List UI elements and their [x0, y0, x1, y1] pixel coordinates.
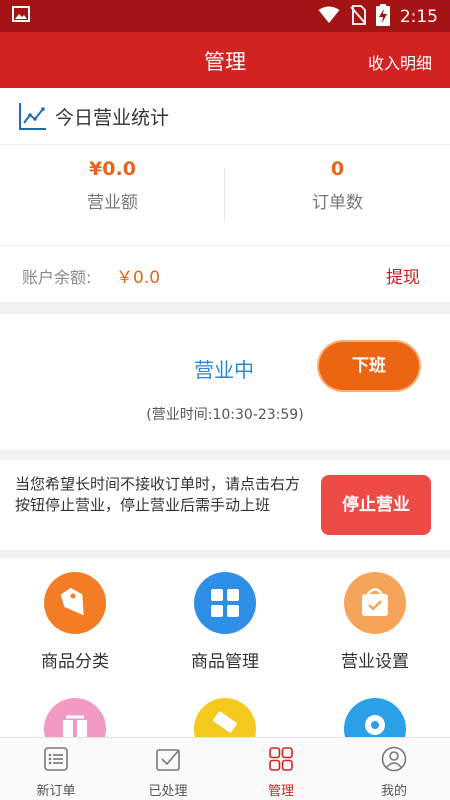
revenue-value: ¥0.0: [89, 158, 136, 180]
orders-value: 0: [330, 158, 345, 180]
nav-label-processed: 已处理: [148, 784, 188, 799]
bottom-nav: 新订单 已处理 管理 我的: [0, 737, 450, 800]
today-stats-card: 今日营业统计 ¥0.0 营业额 0 订单数 账户余额: ￥0.0 提现: [0, 88, 450, 302]
business-status-card: 营业中 下班 (营业时间:10:30-23:59): [0, 314, 450, 450]
off-work-button[interactable]: 下班: [319, 342, 419, 390]
screen: 2:15 管理 收入明细 今日营业统计 ¥0.0 营业额 0 订单数 账户余额:…: [0, 0, 450, 800]
wifi-icon: [318, 6, 340, 28]
order-list-icon: [44, 747, 68, 771]
nav-new-orders[interactable]: 新订单: [0, 738, 112, 800]
stop-business-description: 当您希望长时间不接收订单时，请点击右方按钮停止营业，停止营业后需手动上班: [15, 475, 301, 514]
nav-manage[interactable]: 管理: [225, 738, 337, 800]
balance-value: ￥0.0: [116, 268, 161, 288]
today-stats-title: 今日营业统计: [55, 107, 170, 129]
income-details-link[interactable]: 收入明细: [368, 50, 432, 74]
withdraw-link[interactable]: 提现: [386, 263, 420, 288]
manage-icon: [269, 747, 293, 771]
balance-row: 账户余额: ￥0.0 提现: [0, 245, 450, 302]
clock: 2:15: [399, 7, 438, 27]
grid-item-business-settings[interactable]: 营业设置: [300, 572, 450, 672]
grid-label-business-settings: 营业设置: [341, 652, 409, 672]
nav-label-profile: 我的: [380, 784, 407, 799]
shop-bag-icon: [344, 572, 406, 634]
grid-item-products[interactable]: 商品管理: [150, 572, 300, 672]
image-icon: [12, 6, 30, 26]
grid-label-products: 商品管理: [191, 652, 259, 672]
orders-stat: 0 订单数: [225, 158, 450, 213]
status-bar: 2:15: [0, 0, 450, 32]
tag-icon: [44, 572, 106, 634]
revenue-label: 营业额: [87, 193, 138, 213]
grid-item-category[interactable]: 商品分类: [0, 572, 150, 672]
nav-label-new-orders: 新订单: [36, 784, 76, 799]
stop-business-card: 当您希望长时间不接收订单时，请点击右方按钮停止营业，停止营业后需手动上班 停止营…: [0, 460, 450, 550]
function-grid: 商品分类 商品管理 营业设置: [0, 558, 450, 748]
grid-label-category: 商品分类: [41, 652, 109, 672]
battery-charging-icon: [375, 4, 390, 30]
stop-business-button[interactable]: 停止营业: [321, 475, 431, 535]
nav-profile[interactable]: 我的: [338, 738, 450, 800]
revenue-stat: ¥0.0 营业额: [0, 158, 225, 213]
line-chart-icon: [19, 103, 46, 130]
nav-processed[interactable]: 已处理: [112, 738, 224, 800]
processed-icon: [156, 749, 180, 771]
today-stats-header: 今日营业统计: [0, 88, 450, 145]
no-sim-icon: [350, 5, 367, 29]
nav-label-manage: 管理: [267, 784, 294, 799]
balance-label: 账户余额:: [22, 268, 92, 287]
business-status-text: 营业中: [194, 358, 254, 382]
status-icons: 2:15: [318, 4, 438, 30]
grid-icon: [194, 572, 256, 634]
business-hours: (营业时间:10:30-23:59): [146, 407, 304, 423]
profile-icon: [381, 746, 407, 772]
orders-label: 订单数: [312, 193, 363, 213]
app-bar: 管理 收入明细: [0, 32, 450, 88]
